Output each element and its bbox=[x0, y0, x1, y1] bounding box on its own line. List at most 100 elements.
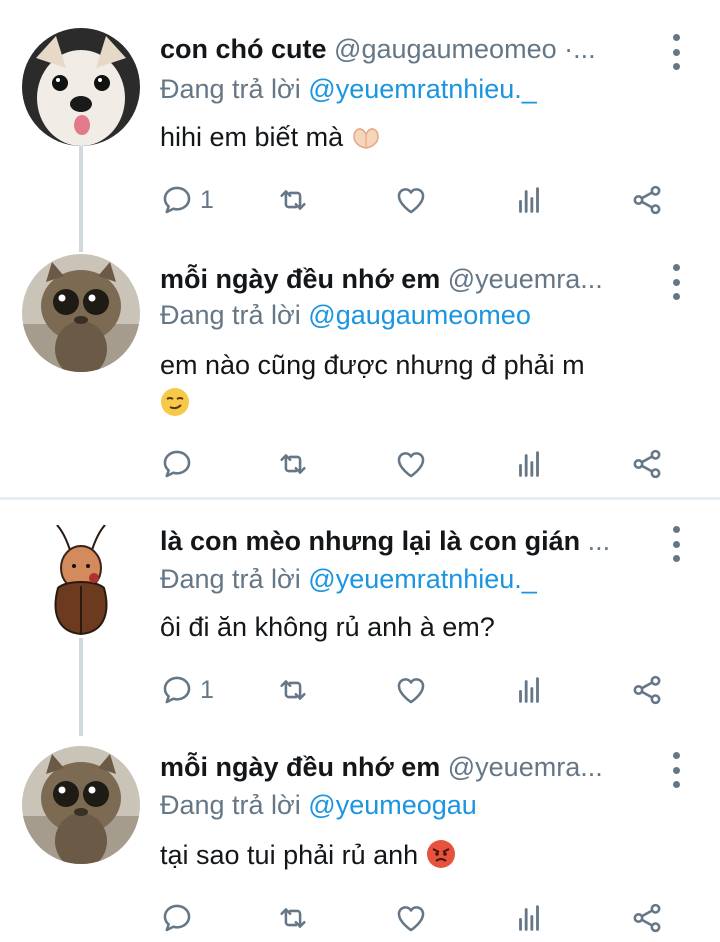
more-options-button[interactable] bbox=[670, 752, 682, 788]
mention-link[interactable]: @yeumeogau bbox=[308, 790, 477, 820]
dot-icon bbox=[672, 766, 680, 774]
display-name[interactable]: mỗi ngày đều nhớ em bbox=[160, 752, 440, 782]
retweet-icon bbox=[276, 183, 310, 217]
tweet-text: ôi đi ăn không rủ anh à em? bbox=[160, 608, 680, 646]
like-button[interactable] bbox=[394, 672, 428, 708]
share-button[interactable] bbox=[630, 446, 664, 482]
dot-icon bbox=[672, 34, 680, 41]
display-name[interactable]: là con mèo nhưng lại là con gián bbox=[160, 526, 580, 556]
retweet-button[interactable] bbox=[276, 446, 310, 482]
reply-button[interactable] bbox=[160, 446, 200, 482]
share-button[interactable] bbox=[630, 900, 664, 936]
retweet-button[interactable] bbox=[276, 182, 310, 218]
analytics-button[interactable] bbox=[512, 672, 546, 708]
retweet-icon bbox=[276, 447, 310, 481]
dot-icon bbox=[672, 293, 680, 300]
reply-thread-1: con chó cute @gaugaumeomeo ·... Đang trả… bbox=[0, 0, 720, 498]
dot-icon bbox=[672, 526, 680, 533]
reply-button[interactable] bbox=[160, 900, 200, 936]
reply-button[interactable]: 1 bbox=[160, 672, 214, 708]
more-options-button[interactable] bbox=[670, 264, 682, 300]
like-button[interactable] bbox=[394, 446, 428, 482]
bar-chart-icon bbox=[512, 183, 546, 217]
more-options-button[interactable] bbox=[670, 34, 682, 70]
tweet[interactable]: mỗi ngày đều nhớ em @yeuemra... Đang trả… bbox=[0, 250, 720, 498]
avatar[interactable] bbox=[22, 28, 140, 146]
bar-chart-icon bbox=[512, 673, 546, 707]
share-button[interactable] bbox=[630, 672, 664, 708]
display-name[interactable]: mỗi ngày đều nhớ em bbox=[160, 264, 440, 294]
retweet-icon bbox=[276, 901, 310, 935]
dog-avatar-icon bbox=[22, 28, 140, 146]
tweet[interactable]: là con mèo nhưng lại là con gián ... Đan… bbox=[0, 500, 720, 736]
heart-icon bbox=[394, 673, 428, 707]
analytics-button[interactable] bbox=[512, 900, 546, 936]
share-icon bbox=[630, 901, 664, 935]
replying-to-label: Đang trả lời bbox=[160, 300, 301, 330]
avatar[interactable] bbox=[22, 254, 140, 372]
share-button[interactable] bbox=[630, 182, 664, 218]
dot-icon bbox=[672, 264, 680, 271]
replying-to: Đang trả lời @yeuemratnhieu._ bbox=[160, 562, 537, 596]
share-icon bbox=[630, 673, 664, 707]
dot-icon bbox=[672, 278, 680, 286]
reply-icon bbox=[160, 447, 194, 481]
user-handle[interactable]: @gaugaumeomeo ·... bbox=[334, 34, 596, 64]
display-name[interactable]: con chó cute bbox=[160, 34, 327, 64]
tweet-actions: 1 bbox=[160, 182, 680, 218]
retweet-icon bbox=[276, 673, 310, 707]
replying-to: Đang trả lời @yeumeogau bbox=[160, 788, 477, 822]
heart-icon bbox=[394, 183, 428, 217]
replying-to-label: Đang trả lời bbox=[160, 74, 301, 104]
tweet-header: con chó cute @gaugaumeomeo ·... bbox=[160, 32, 660, 66]
mention-link[interactable]: @yeuemratnhieu._ bbox=[308, 564, 537, 594]
like-button[interactable] bbox=[394, 182, 428, 218]
tweet-text-content: em nào cũng được nhưng đ phải m bbox=[160, 350, 585, 380]
dot-icon bbox=[672, 540, 680, 548]
tweet-header: mỗi ngày đều nhớ em @yeuemra... bbox=[160, 750, 660, 784]
user-handle[interactable]: @yeuemra... bbox=[448, 752, 603, 782]
mention-link[interactable]: @yeuemratnhieu._ bbox=[308, 74, 537, 104]
tweet-text-content: hihi em biết mà bbox=[160, 122, 344, 152]
tweet[interactable]: mỗi ngày đều nhớ em @yeuemra... Đang trả… bbox=[0, 736, 720, 942]
cat-avatar-icon bbox=[22, 746, 140, 864]
user-handle[interactable]: @yeuemra... bbox=[448, 264, 603, 294]
bar-chart-icon bbox=[512, 447, 546, 481]
analytics-button[interactable] bbox=[512, 182, 546, 218]
tweet-text-content: ôi đi ăn không rủ anh à em? bbox=[160, 612, 495, 642]
replying-to: Đang trả lời @gaugaumeomeo bbox=[160, 298, 531, 332]
replying-to-label: Đang trả lời bbox=[160, 564, 301, 594]
cat-avatar-icon bbox=[22, 254, 140, 372]
replying-to: Đang trả lời @yeuemratnhieu._ bbox=[160, 72, 537, 106]
dot-icon bbox=[672, 63, 680, 70]
reply-count: 1 bbox=[200, 675, 214, 704]
avatar[interactable] bbox=[22, 520, 140, 638]
dot-icon bbox=[672, 752, 680, 759]
share-icon bbox=[630, 447, 664, 481]
tweet-actions bbox=[160, 900, 680, 936]
reply-button[interactable]: 1 bbox=[160, 182, 214, 218]
heart-icon bbox=[394, 901, 428, 935]
analytics-button[interactable] bbox=[512, 446, 546, 482]
avatar[interactable] bbox=[22, 746, 140, 864]
reply-icon bbox=[160, 673, 194, 707]
user-handle[interactable]: ... bbox=[588, 526, 611, 556]
reply-icon bbox=[160, 901, 194, 935]
reply-thread-2: là con mèo nhưng lại là con gián ... Đan… bbox=[0, 500, 720, 942]
tweet-text: tại sao tui phải rủ anh bbox=[160, 836, 680, 874]
smirking-face-emoji-icon bbox=[160, 387, 190, 417]
mention-link[interactable]: @gaugaumeomeo bbox=[308, 300, 531, 330]
heart-icon bbox=[394, 447, 428, 481]
like-button[interactable] bbox=[394, 900, 428, 936]
retweet-button[interactable] bbox=[276, 672, 310, 708]
tweet-text: em nào cũng được nhưng đ phải m bbox=[160, 346, 680, 422]
tweet[interactable]: con chó cute @gaugaumeomeo ·... Đang trả… bbox=[0, 0, 720, 250]
tweet-header: là con mèo nhưng lại là con gián ... bbox=[160, 524, 660, 558]
dot-icon bbox=[672, 555, 680, 562]
tweet-actions: 1 bbox=[160, 672, 680, 708]
more-options-button[interactable] bbox=[670, 526, 682, 562]
share-icon bbox=[630, 183, 664, 217]
reply-count: 1 bbox=[200, 185, 214, 214]
retweet-button[interactable] bbox=[276, 900, 310, 936]
heart-hands-emoji-icon bbox=[351, 121, 381, 151]
